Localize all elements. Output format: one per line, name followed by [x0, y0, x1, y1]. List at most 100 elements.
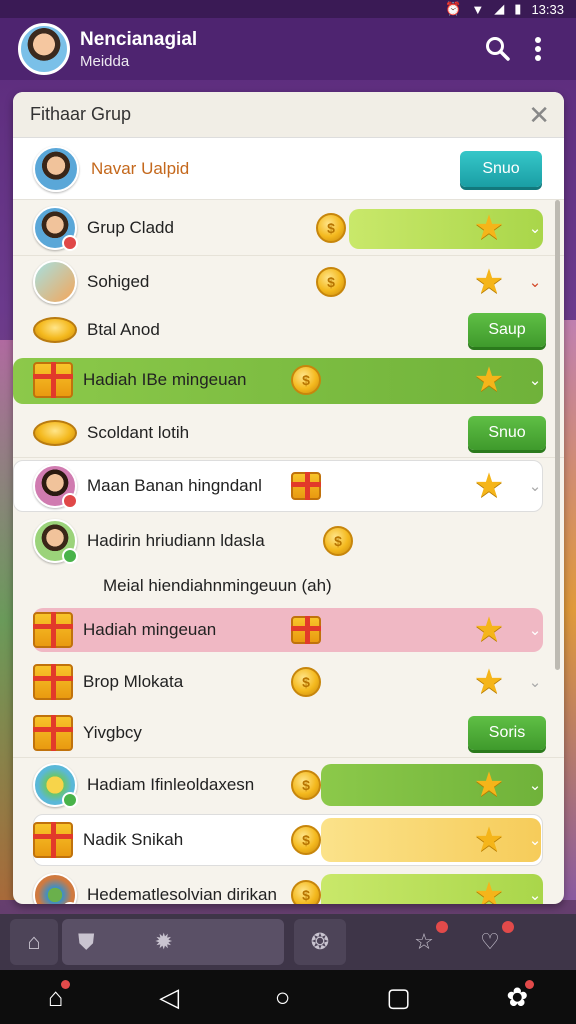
- badge-icon: [62, 548, 78, 564]
- star-icon[interactable]: ★: [472, 878, 506, 904]
- paw-icon[interactable]: ❂: [294, 919, 346, 965]
- gift-icon: [291, 472, 321, 500]
- avatar: [33, 260, 77, 304]
- badge-icon: [62, 902, 78, 904]
- system-navigation: ⌂ ◁ ○ ▢ ✿: [0, 970, 576, 1024]
- star-icon[interactable]: ★: [472, 265, 506, 299]
- gift-icon: [33, 664, 73, 700]
- more-vertical-icon[interactable]: [518, 29, 558, 69]
- list-item-action-button[interactable]: Saup: [468, 313, 546, 347]
- list-item[interactable]: Hedematlesolvian dirikan $ ★ ⌄: [13, 868, 564, 904]
- heart-icon[interactable]: ♡: [460, 919, 520, 965]
- list-item-label: Hadiah IBe mingeuan: [83, 370, 247, 389]
- coin-icon: $: [291, 825, 321, 855]
- profile-avatar[interactable]: [18, 23, 70, 75]
- list-item-label: Hedematlesolvian dirikan: [87, 885, 277, 904]
- chevron-down-icon[interactable]: ⌄: [524, 673, 546, 691]
- list-item[interactable]: Brop Mlokata $ ★ ⌄: [13, 656, 564, 708]
- star-icon[interactable]: ★: [472, 469, 506, 503]
- coin-icon: $: [323, 526, 353, 556]
- current-user-name: Navar Ualpid: [91, 158, 190, 178]
- list-item-label: Brop Mlokata: [83, 672, 184, 691]
- list-item[interactable]: Scoldant lotih Snuo: [13, 408, 564, 458]
- badge-icon: [62, 493, 78, 509]
- star-icon[interactable]: ★: [472, 823, 506, 857]
- close-icon[interactable]: ✕: [528, 102, 550, 128]
- list-item-label: Sohiged: [87, 272, 150, 291]
- header-text: Nencianagial Meidda: [80, 29, 478, 70]
- nav-tab-group[interactable]: ⛊ ✹: [62, 919, 284, 965]
- list-item-label: Scoldant lotih: [87, 422, 190, 442]
- home-icon[interactable]: ⌂: [10, 919, 58, 965]
- coin-icon: $: [316, 212, 346, 243]
- badge-icon: [62, 792, 78, 808]
- gift-icon: [33, 612, 73, 648]
- group-panel: Fithaar Grup ✕ Navar Ualpid Snuo Grup Cl…: [13, 92, 564, 904]
- star-icon[interactable]: ★: [472, 211, 506, 245]
- current-user-row: Navar Ualpid Snuo: [13, 138, 564, 200]
- list-item[interactable]: Yivgbcy Soris: [13, 708, 564, 758]
- list-item[interactable]: Hadirin hriudiann ldasla $: [13, 514, 564, 568]
- chevron-down-icon[interactable]: ⌄: [524, 273, 546, 291]
- chevron-down-icon[interactable]: ⌄: [524, 371, 546, 389]
- badge-icon: [62, 234, 78, 251]
- list-item[interactable]: Grup Cladd $ ★ ⌄: [13, 200, 564, 256]
- gift-icon: [33, 714, 73, 751]
- scrollbar[interactable]: [555, 200, 560, 670]
- star-icon[interactable]: ★: [472, 665, 506, 699]
- chevron-down-icon[interactable]: ⌄: [524, 477, 546, 495]
- coin-icon: $: [291, 365, 321, 395]
- avatar: [33, 464, 78, 509]
- status-bar: ⏰ ▼ ◢ ▮ 13:33: [0, 0, 576, 18]
- star-icon[interactable]: ★: [472, 613, 506, 647]
- chevron-down-icon[interactable]: ⌄: [524, 831, 546, 849]
- notification-dot: [60, 979, 70, 989]
- avatar: [33, 763, 78, 808]
- assistant-icon[interactable]: ✿: [506, 979, 535, 1013]
- avatar: [33, 205, 78, 251]
- gift-icon: [33, 822, 73, 858]
- chevron-down-icon[interactable]: ⌄: [524, 621, 546, 639]
- list-item-label: Hadiam Ifinleoldaxesn: [87, 775, 255, 794]
- panel-header: Fithaar Grup ✕: [13, 92, 564, 138]
- header-title: Nencianagial: [80, 28, 198, 50]
- list-item-action-button[interactable]: Soris: [468, 715, 546, 750]
- circle-home-icon[interactable]: ○: [275, 982, 291, 1013]
- star-outline-icon[interactable]: ☆: [394, 919, 454, 965]
- list-item[interactable]: Sohiged $ ★ ⌄: [13, 256, 564, 308]
- back-icon[interactable]: ◁: [159, 982, 179, 1013]
- gift-icon: [33, 362, 73, 398]
- chevron-down-icon[interactable]: ⌄: [524, 776, 546, 794]
- list-item[interactable]: Btal Anod Saup: [13, 308, 564, 352]
- list-item[interactable]: Hadiah mingeuan ★ ⌄: [13, 604, 564, 656]
- recents-icon[interactable]: ▢: [386, 982, 411, 1013]
- star-icon[interactable]: ★: [472, 363, 506, 397]
- avatar: [33, 145, 79, 192]
- coin-icon: $: [291, 667, 321, 697]
- battery-icon: ▮: [514, 1, 522, 16]
- star-icon[interactable]: ★: [472, 768, 506, 802]
- list-item: Meial hiendiahnmingeuun (ah): [13, 568, 564, 604]
- chevron-down-icon[interactable]: ⌄: [524, 219, 546, 237]
- coin-icon: $: [291, 770, 321, 800]
- list-item[interactable]: Maan Banan hingndanl ★ ⌄: [13, 458, 564, 514]
- list-item-label: Maan Banan hingndanl: [87, 476, 262, 495]
- search-icon[interactable]: [478, 29, 518, 69]
- app-header: Nencianagial Meidda: [0, 18, 576, 80]
- list-item[interactable]: Nadik Snikah $ ★ ⌄: [13, 812, 564, 868]
- wifi-icon: ▼: [471, 1, 485, 17]
- panel-title: Fithaar Grup: [30, 104, 132, 124]
- group-list: Grup Cladd $ ★ ⌄ Sohiged $ ★ ⌄ Btal Anod…: [13, 200, 564, 904]
- list-item-action-button[interactable]: Snuo: [468, 415, 546, 450]
- list-item[interactable]: Hadiah IBe mingeuan $ ★ ⌄: [13, 352, 564, 408]
- bottom-nav: ⌂ ⛊ ✹ ❂ ☆ ♡: [0, 914, 576, 970]
- home-outline-icon[interactable]: ⌂: [48, 979, 70, 1013]
- current-user-action-button[interactable]: Snuo: [460, 150, 542, 187]
- alarm-icon: ⏰: [445, 1, 462, 16]
- list-item[interactable]: Hadiam Ifinleoldaxesn $ ★ ⌄: [13, 758, 564, 812]
- notification-dot: [525, 979, 535, 989]
- avatar: [33, 873, 78, 904]
- coin-icon: $: [316, 267, 346, 297]
- chevron-down-icon[interactable]: ⌄: [524, 886, 546, 904]
- avatar: [33, 519, 78, 564]
